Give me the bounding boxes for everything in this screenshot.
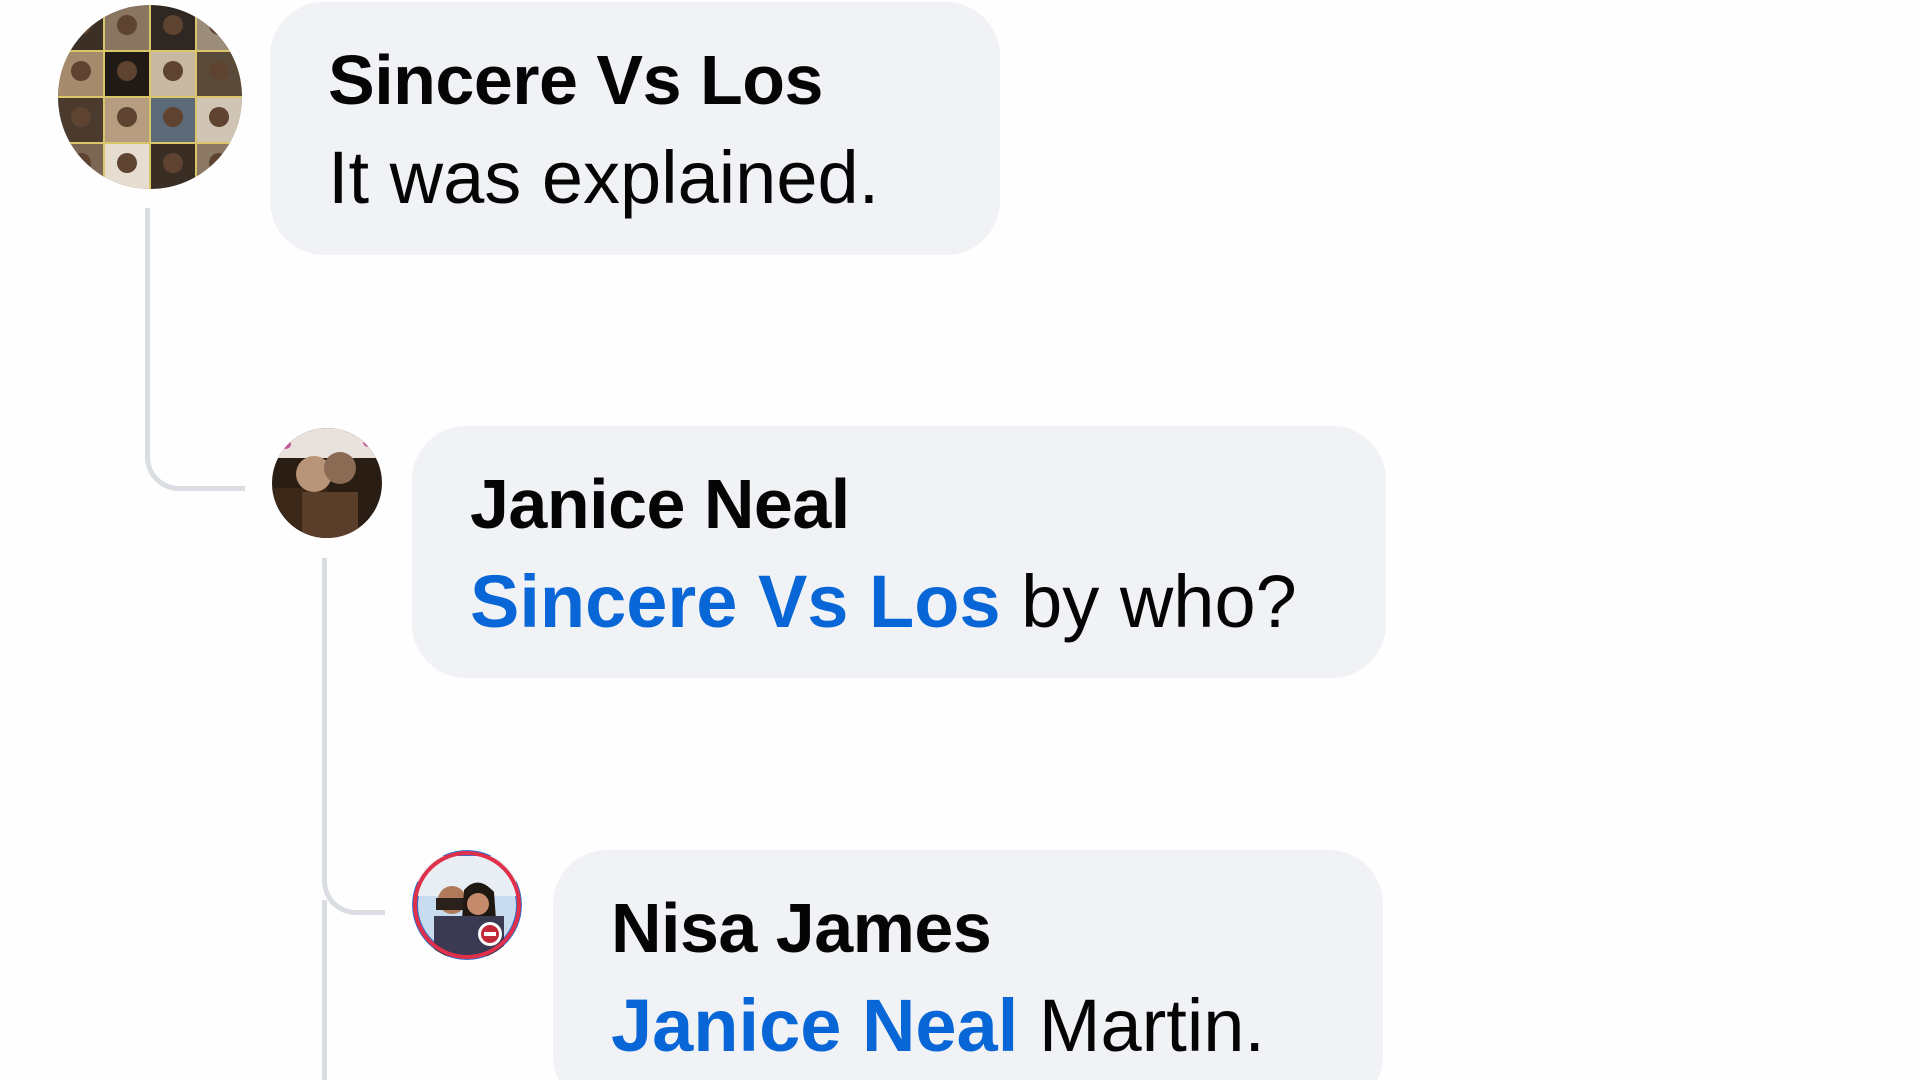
comment-body: Martin. xyxy=(1018,984,1265,1067)
comment-text: Janice Neal Martin. xyxy=(611,976,1325,1076)
profile-photo-collage-icon xyxy=(58,5,242,189)
mention-link[interactable]: Sincere Vs Los xyxy=(470,560,1001,643)
comment-body: It was explained. xyxy=(328,136,880,219)
comment-author-name[interactable]: Sincere Vs Los xyxy=(328,32,942,128)
profile-photo-icon xyxy=(272,428,382,538)
comment-body: by who? xyxy=(1000,560,1297,643)
thread-connector-line xyxy=(145,208,245,491)
comment-text: It was explained. xyxy=(328,128,942,228)
comment-author-name[interactable]: Janice Neal xyxy=(470,456,1328,552)
mention-link[interactable]: Janice Neal xyxy=(611,984,1018,1067)
comment-author-name[interactable]: Nisa James xyxy=(611,880,1325,976)
thread-connector-line xyxy=(322,558,385,915)
avatar[interactable] xyxy=(412,850,522,960)
comment-bubble: Nisa James Janice Neal Martin. xyxy=(553,850,1383,1080)
avatar[interactable] xyxy=(58,5,242,189)
comment-text: Sincere Vs Los by who? xyxy=(470,552,1328,652)
comment-bubble: Janice Neal Sincere Vs Los by who? xyxy=(412,426,1386,678)
comment-thread: Sincere Vs Los It was explained. Janice … xyxy=(0,0,1920,1080)
avatar[interactable] xyxy=(272,428,382,538)
comment-bubble: Sincere Vs Los It was explained. xyxy=(270,2,1000,255)
thread-connector-line xyxy=(322,900,327,1080)
profile-photo-couple-icon xyxy=(412,850,522,960)
